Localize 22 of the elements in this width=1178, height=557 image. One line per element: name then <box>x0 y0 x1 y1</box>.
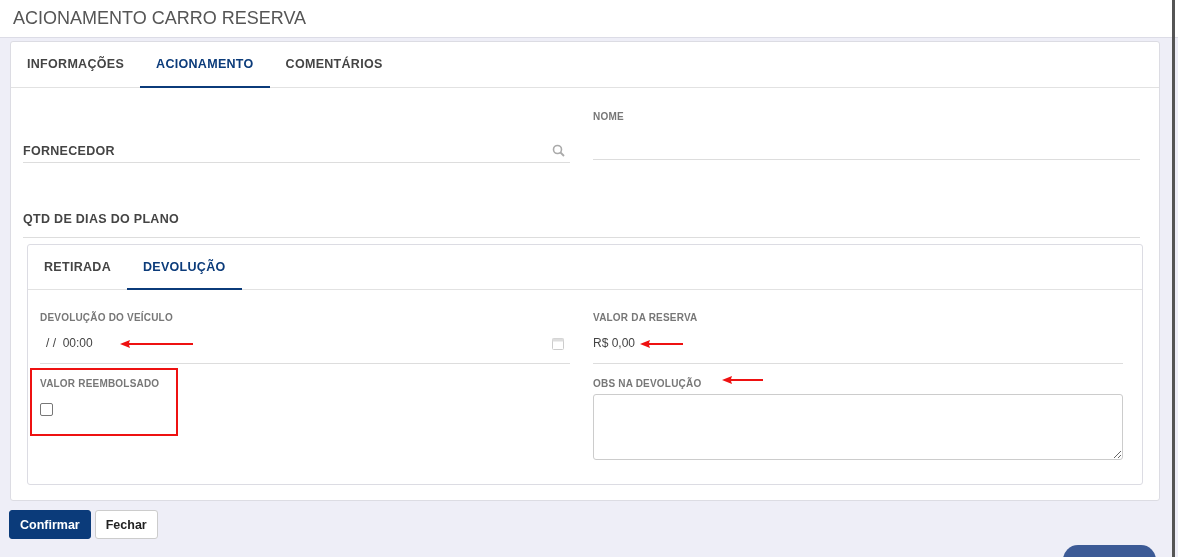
field-label: VALOR REEMBOLSADO <box>40 378 160 389</box>
tab[interactable]: COMENTÁRIOS <box>269 42 399 88</box>
tab[interactable]: ACIONAMENTO <box>140 42 270 88</box>
tab[interactable]: DEVOLUÇÃO <box>127 245 242 290</box>
field-label: NOME <box>593 111 624 122</box>
search-icon <box>552 144 565 157</box>
confirm-button[interactable]: Confirmar <box>9 510 91 539</box>
field-label: FORNECEDOR <box>23 143 115 158</box>
calendar-icon <box>552 336 564 350</box>
tab[interactable]: RETIRADA <box>28 245 127 290</box>
close-button[interactable]: Fechar <box>94 510 158 539</box>
checkbox[interactable] <box>40 403 53 416</box>
field-label: DEVOLUÇÃO DO VEÍCULO <box>40 312 173 323</box>
field-value: / / 00:00 <box>45 336 93 350</box>
field-label: QTD DE DIAS DO PLANO <box>23 212 179 226</box>
annotation-arrow <box>640 340 683 348</box>
tab[interactable]: INFORMAÇÕES <box>11 42 141 88</box>
field-value: R$ 0,00 <box>593 336 636 350</box>
field-label: OBS NA DEVOLUÇÃO <box>593 378 702 389</box>
annotation-arrow <box>722 376 763 384</box>
page-title: ACIONAMENTO CARRO RESERVA <box>13 8 307 29</box>
field-label: VALOR DA RESERVA <box>593 312 698 323</box>
